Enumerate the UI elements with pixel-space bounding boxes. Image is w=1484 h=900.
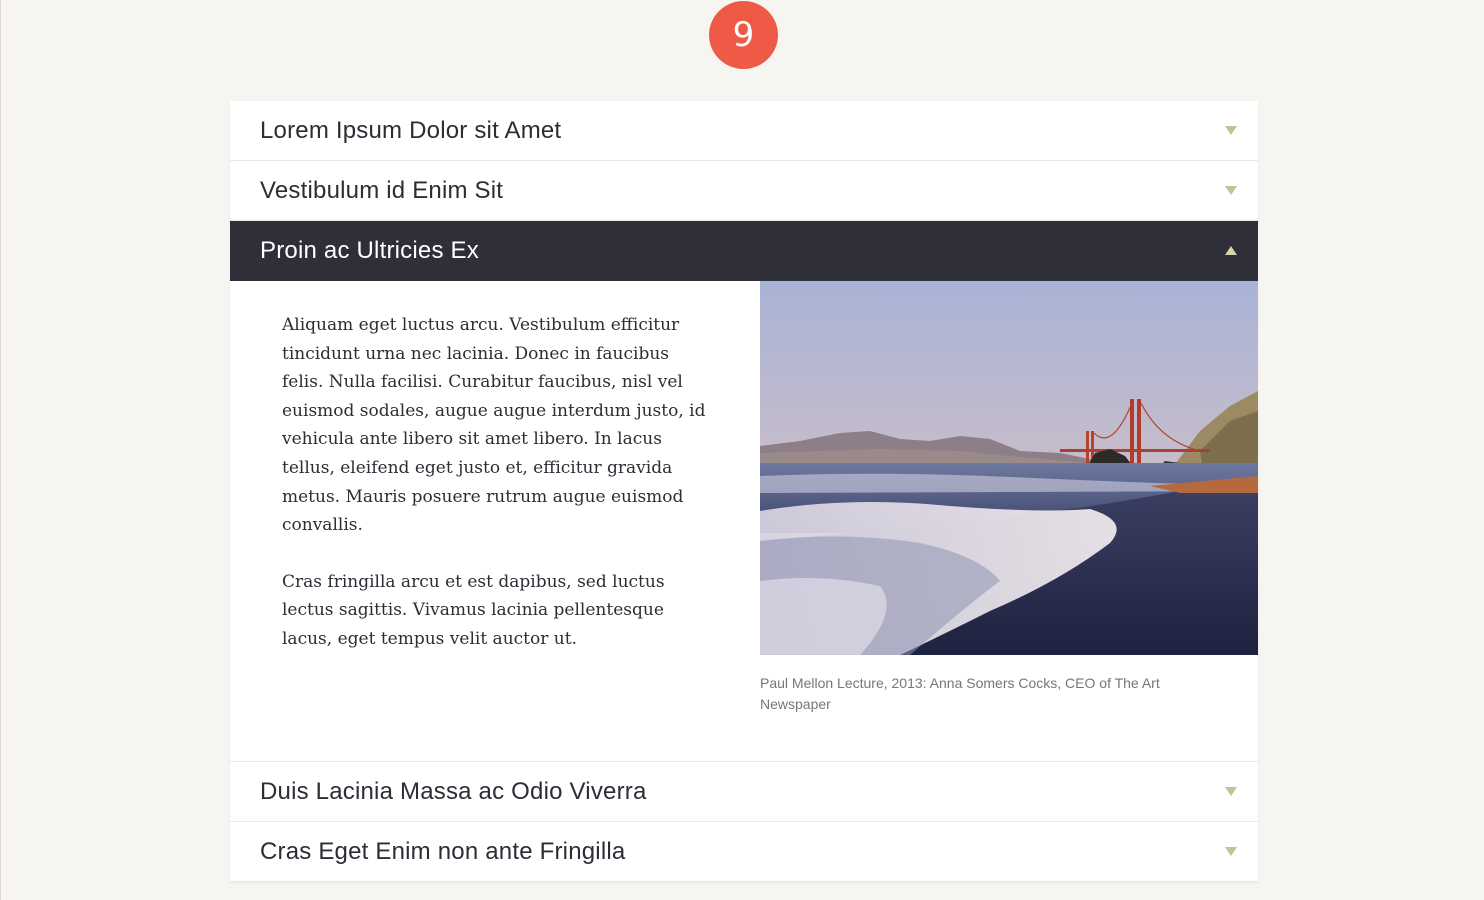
accordion-item-lorem-ipsum[interactable]: Lorem Ipsum Dolor sit Amet [230, 101, 1258, 161]
panel-media: Paul Mellon Lecture, 2013: Anna Somers C… [760, 281, 1258, 761]
image-caption: Paul Mellon Lecture, 2013: Anna Somers C… [760, 675, 1160, 712]
step-number-badge: 9 [709, 1, 778, 69]
chevron-down-icon [1225, 186, 1237, 195]
accordion-item-title: Cras Eget Enim non ante Fringilla [260, 837, 626, 865]
panel-paragraph: Cras fringilla arcu et est dapibus, sed … [282, 571, 665, 649]
accordion-item-vestibulum[interactable]: Vestibulum id Enim Sit [230, 161, 1258, 221]
accordion-item-proin-expanded[interactable]: Proin ac Ultricies Ex [230, 221, 1258, 281]
chevron-down-icon [1225, 847, 1237, 856]
chevron-up-icon [1225, 246, 1237, 255]
panel-body-text: Aliquam eget luctus arcu. Vestibulum eff… [230, 281, 760, 761]
panel-paragraph: Aliquam eget luctus arcu. Vestibulum eff… [282, 315, 706, 536]
accordion-item-title: Proin ac Ultricies Ex [260, 236, 479, 264]
accordion: Lorem Ipsum Dolor sit Amet Vestibulum id… [230, 101, 1258, 882]
accordion-panel: Aliquam eget luctus arcu. Vestibulum eff… [230, 281, 1258, 762]
beach-bridge-photo [760, 281, 1258, 655]
accordion-item-duis-lacinia[interactable]: Duis Lacinia Massa ac Odio Viverra [230, 762, 1258, 822]
accordion-item-title: Lorem Ipsum Dolor sit Amet [260, 116, 562, 144]
accordion-item-title: Vestibulum id Enim Sit [260, 176, 504, 204]
page: 9 Lorem Ipsum Dolor sit Amet Vestibulum … [0, 0, 1484, 900]
chevron-down-icon [1225, 787, 1237, 796]
accordion-item-cras-eget[interactable]: Cras Eget Enim non ante Fringilla [230, 822, 1258, 882]
chevron-down-icon [1225, 126, 1237, 135]
accordion-item-title: Duis Lacinia Massa ac Odio Viverra [260, 777, 647, 805]
